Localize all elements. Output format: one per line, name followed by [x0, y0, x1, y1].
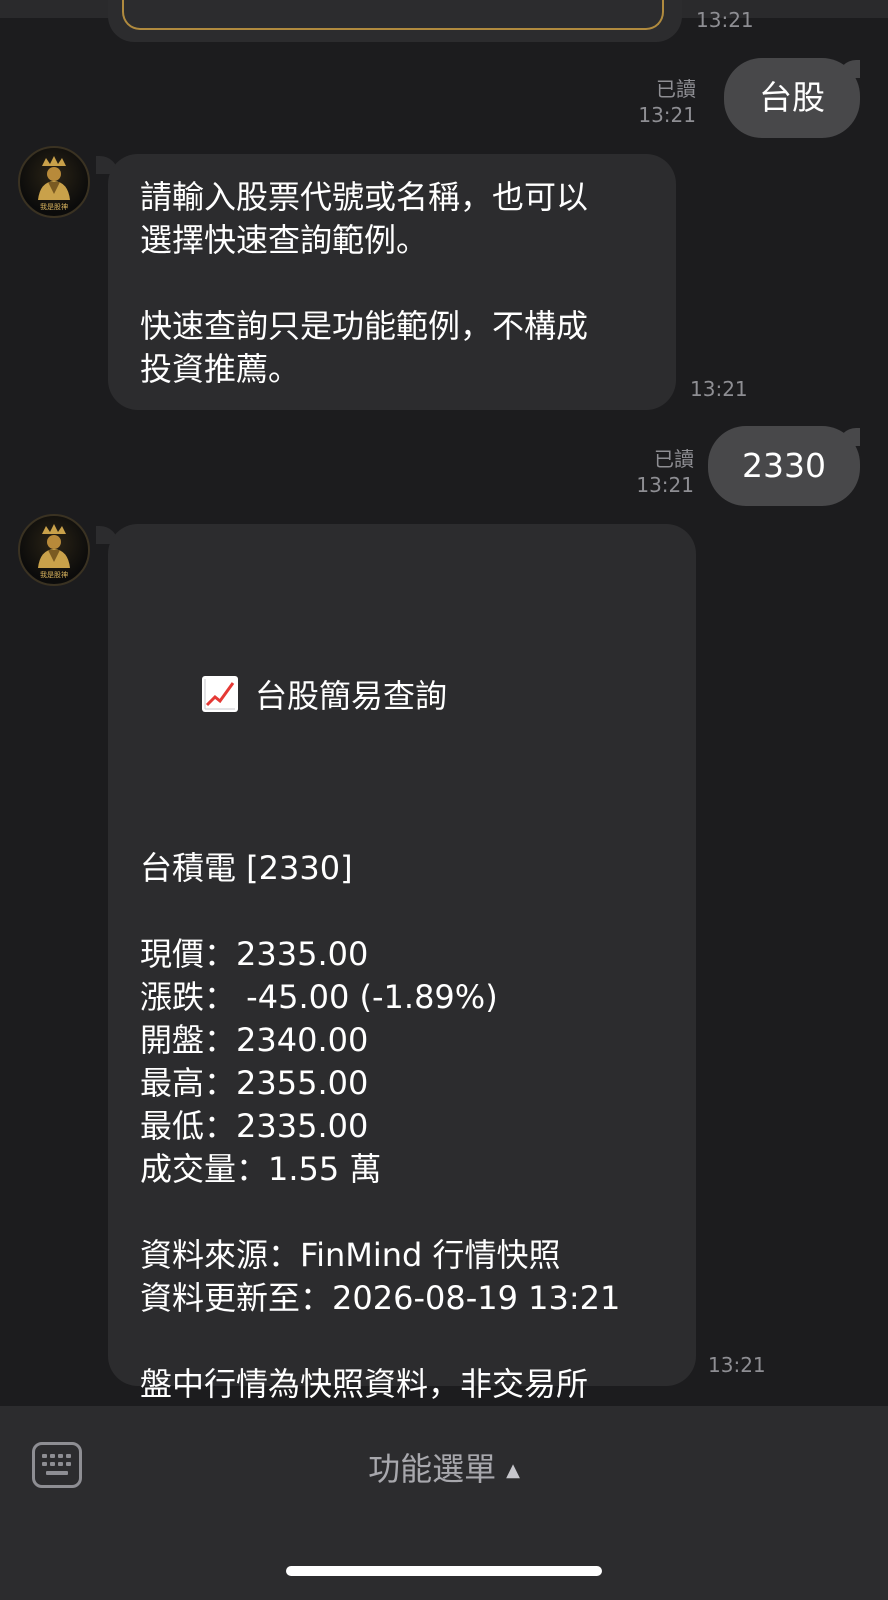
bottom-bar: 功能選單 ▲ [0, 1406, 888, 1600]
read-receipt: 已讀 [654, 447, 694, 471]
rich-menu-label: 功能選單 [368, 1450, 497, 1488]
user-message-bubble[interactable]: 2330 [708, 426, 860, 506]
user-message-meta: 已讀 13:21 [618, 446, 694, 498]
previous-message-card [122, 0, 664, 30]
quote-body: 台積電 [2330] 現價：2335.00 漲跌： -45.00 (-1.89%… [140, 849, 621, 1403]
read-receipt: 已讀 [656, 77, 696, 101]
king-avatar-icon: 我是股神 [38, 524, 70, 579]
bot-message-bubble[interactable]: 請輸入股票代號或名稱，也可以 選擇快速查詢範例。 快速查詢只是功能範例，不構成 … [108, 154, 676, 410]
rich-menu-toggle[interactable]: 功能選單 ▲ [0, 1444, 888, 1490]
bot-avatar[interactable]: 我是股神 [18, 146, 90, 218]
previous-message-bubble[interactable] [108, 0, 682, 42]
stock-quote-bubble[interactable]: 台股簡易查詢 台積電 [2330] 現價：2335.00 漲跌： -45.00 … [108, 524, 696, 1403]
user-message-meta: 已讀 13:21 [620, 76, 696, 128]
previous-message-time: 13:21 [696, 8, 754, 32]
chat-area[interactable]: 13:21 已讀 13:21 台股 我是股神 請輸入股票代號或名稱，也可以 選擇… [0, 0, 888, 1406]
message-time: 13:21 [638, 103, 696, 127]
avatar-caption: 我是股神 [40, 570, 68, 579]
caret-up-icon: ▲ [506, 1460, 520, 1481]
message-time: 13:21 [708, 1353, 766, 1377]
message-time: 13:21 [636, 473, 694, 497]
message-time: 13:21 [690, 377, 748, 401]
quote-title-row: 台股簡易查詢 [140, 632, 666, 761]
avatar-caption: 我是股神 [40, 202, 68, 211]
user-message-bubble[interactable]: 台股 [724, 58, 860, 138]
chart-increasing-icon [202, 676, 239, 712]
quote-title: 台股簡易查詢 [255, 677, 448, 715]
king-avatar-icon: 我是股神 [38, 156, 70, 211]
home-indicator[interactable] [286, 1566, 602, 1576]
bot-avatar[interactable]: 我是股神 [18, 514, 90, 586]
